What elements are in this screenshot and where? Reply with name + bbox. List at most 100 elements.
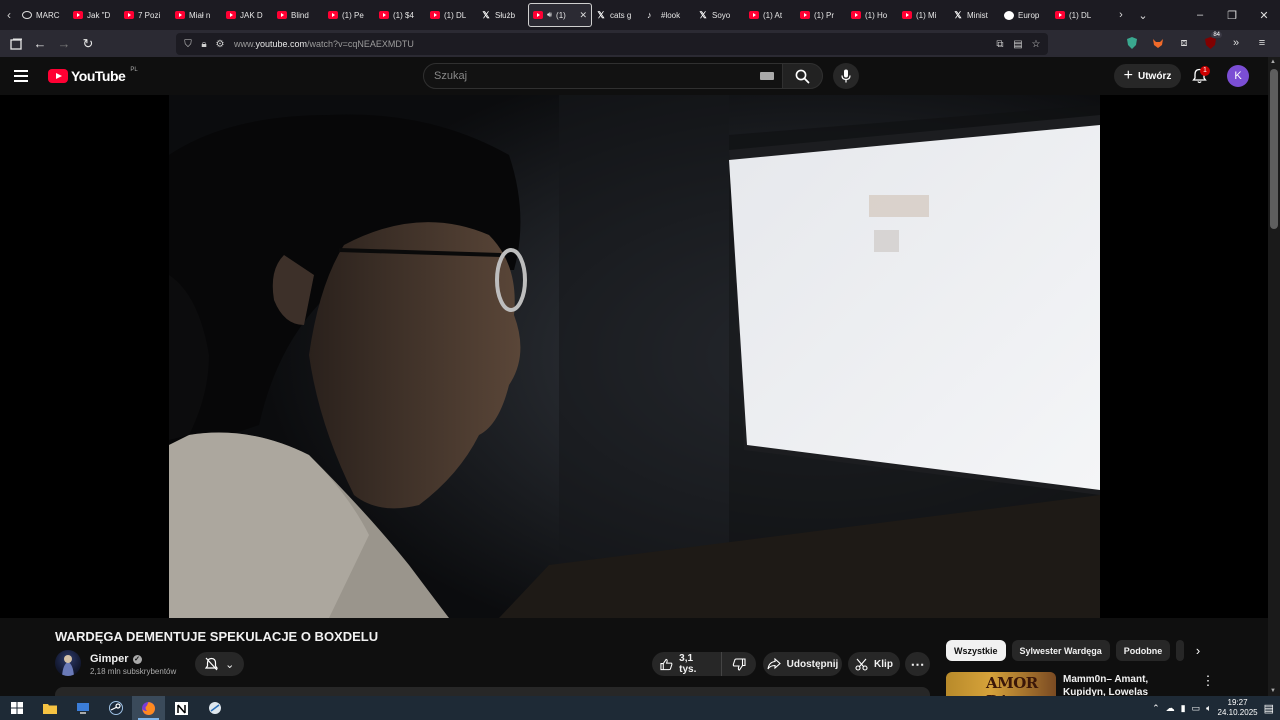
recommendation-title[interactable]: Mamm0n– Amant, Kupidyn, Lowelas — [1063, 673, 1193, 696]
browser-tab[interactable]: JAK D — [222, 3, 273, 27]
permissions-icon[interactable]: ⚙ — [212, 39, 228, 50]
tab-scroll-left-button[interactable]: ‹ — [0, 0, 18, 30]
video-details: WARDĘGA DEMENTUJE SPEKULACJE O BOXDELU G… — [0, 618, 1268, 696]
bookmark-star-icon[interactable]: ☆ — [1028, 39, 1044, 50]
browser-tab[interactable]: 7 Pozi — [120, 3, 171, 27]
snipping-tool-icon[interactable] — [198, 696, 231, 720]
account-avatar[interactable]: K — [1227, 65, 1249, 87]
youtube-logo[interactable]: YouTube PL — [48, 67, 138, 84]
browser-tab[interactable]: 🔊︎ (1) ✕ — [528, 3, 592, 27]
browser-tab[interactable]: (1) Pr — [796, 3, 847, 27]
forward-icon[interactable]: → — [52, 32, 76, 56]
page-scrollbar[interactable]: ▲ ▼ — [1268, 57, 1280, 696]
filter-chip[interactable]: Podobne — [1115, 640, 1171, 661]
shield-extension-icon[interactable] — [1120, 32, 1144, 54]
sidebar-toggle-icon[interactable] — [4, 32, 28, 56]
filter-chip[interactable]: Wszystkie — [946, 640, 1006, 661]
recommendation-menu-icon[interactable]: ⋮ — [1201, 673, 1215, 689]
browser-tab[interactable]: Minist — [949, 3, 1000, 27]
channel-name[interactable]: Gimper ✓ — [90, 653, 142, 665]
restore-window-button[interactable]: ❐ — [1216, 0, 1248, 30]
keyboard-icon[interactable] — [760, 72, 774, 80]
guide-menu-icon[interactable] — [14, 65, 36, 87]
close-tab-icon[interactable]: ✕ — [579, 10, 587, 21]
back-icon[interactable]: ← — [28, 32, 52, 56]
tab-list: MARC Jak "D 7 Pozi Miał n JAK D Blind (1) Pe (1… — [18, 0, 1102, 30]
browser-tab[interactable]: (1) Ho — [847, 3, 898, 27]
subscribed-notifications-button[interactable]: ⌄ — [195, 652, 244, 676]
channel-avatar[interactable] — [55, 650, 81, 676]
video-title: WARDĘGA DEMENTUJE SPEKULACJE O BOXDELU — [55, 629, 379, 644]
dislike-button[interactable] — [722, 657, 756, 671]
reload-icon[interactable]: ↻ — [76, 32, 100, 56]
browser-tab[interactable]: Europ — [1000, 3, 1051, 27]
list-all-tabs-icon[interactable]: ⌄ — [1132, 0, 1154, 30]
close-window-button[interactable]: ✕ — [1248, 0, 1280, 30]
more-actions-button[interactable]: ⋯ — [905, 652, 930, 676]
browser-tab[interactable]: (1) Pe — [324, 3, 375, 27]
filter-chip-overflow[interactable] — [1176, 640, 1185, 661]
voice-search-button[interactable] — [833, 63, 859, 89]
browser-tab[interactable]: (1) At — [745, 3, 796, 27]
usb-icon[interactable]: ▮ — [1181, 703, 1186, 714]
browser-tab[interactable]: Służb — [477, 3, 528, 27]
browser-tab[interactable]: (1) $4 — [375, 3, 426, 27]
youtube-favicon-icon — [902, 11, 912, 19]
browser-tab[interactable]: (1) Mi — [898, 3, 949, 27]
browser-tab[interactable]: Miał n — [171, 3, 222, 27]
browser-tab[interactable]: cats g — [592, 3, 643, 27]
ublock-extension-icon[interactable]: 84 — [1198, 32, 1222, 54]
search-input[interactable] — [434, 70, 760, 82]
minimize-window-button[interactable]: – — [1184, 0, 1216, 30]
network-icon[interactable]: ▭ — [1192, 703, 1201, 714]
browser-tab[interactable]: Jak "D — [69, 3, 120, 27]
overflow-menu-icon[interactable]: » — [1224, 32, 1248, 54]
description-box[interactable] — [55, 687, 930, 696]
video-player[interactable] — [169, 95, 1100, 618]
like-button[interactable]: 3,1 tys. — [652, 652, 722, 676]
cloud-icon[interactable]: ☁ — [1166, 703, 1175, 714]
steam-icon[interactable] — [99, 696, 132, 720]
volume-icon[interactable]: 🔈︎ — [1206, 703, 1211, 714]
browser-tab[interactable]: (1) DL — [426, 3, 477, 27]
scroll-down-icon[interactable]: ▼ — [1270, 688, 1276, 694]
notification-center-icon[interactable]: ▤ — [1264, 702, 1274, 715]
chips-next-button[interactable]: › — [1188, 640, 1208, 661]
create-button[interactable]: + Utwórz — [1114, 64, 1181, 88]
browser-tab[interactable]: MARC — [18, 3, 69, 27]
control-panel-icon[interactable] — [66, 696, 99, 720]
clock[interactable]: 19:27 24.10.2025 — [1218, 698, 1258, 718]
tracking-shield-icon[interactable]: ⛉ — [180, 39, 196, 50]
address-bar[interactable]: ⛉ 🔒︎ ⚙ www.youtube.com/watch?v=cqNEAEXMD… — [176, 33, 1048, 55]
search-box[interactable] — [423, 63, 783, 89]
share-button[interactable]: Udostępnij — [763, 652, 842, 676]
extensions-puzzle-icon[interactable]: ⧈ — [1172, 32, 1196, 54]
browser-tab[interactable]: Soyo — [694, 3, 745, 27]
search-button[interactable] — [782, 63, 823, 89]
clip-button[interactable]: Klip — [848, 652, 900, 676]
show-hidden-icons-icon[interactable]: ⌃ — [1152, 703, 1160, 714]
fox-extension-icon[interactable] — [1146, 32, 1170, 54]
url-text[interactable]: www.youtube.com/watch?v=cqNEAEXMDTU — [234, 39, 414, 49]
reader-view-icon[interactable]: ▤ — [1010, 39, 1026, 50]
tab-scroll-right-button[interactable]: › — [1110, 0, 1132, 30]
notifications-button[interactable]: 1 — [1188, 65, 1210, 87]
app-menu-icon[interactable]: ≡ — [1250, 32, 1274, 54]
start-button[interactable] — [0, 696, 33, 720]
filter-chip[interactable]: Sylwester Wardęga — [1011, 640, 1110, 661]
tab-label: MARC — [36, 10, 60, 20]
recommendation-thumbnail[interactable]: AMOR RA — [946, 672, 1056, 696]
scrollbar-thumb[interactable] — [1270, 69, 1278, 229]
browser-tab[interactable]: #look — [643, 3, 694, 27]
firefox-icon[interactable] — [132, 696, 165, 720]
notion-icon[interactable] — [165, 696, 198, 720]
tab-label: Służb — [495, 10, 516, 20]
browser-tab[interactable]: (1) DL — [1051, 3, 1102, 27]
browser-tab[interactable]: Blind — [273, 3, 324, 27]
channel-name-text[interactable]: Gimper — [90, 653, 129, 665]
picture-in-picture-icon[interactable]: ⧉ — [992, 39, 1008, 50]
lock-icon[interactable]: 🔒︎ — [196, 39, 212, 50]
scroll-up-icon[interactable]: ▲ — [1270, 59, 1276, 65]
speaker-icon[interactable]: 🔊︎ — [547, 10, 552, 20]
file-explorer-icon[interactable] — [33, 696, 66, 720]
